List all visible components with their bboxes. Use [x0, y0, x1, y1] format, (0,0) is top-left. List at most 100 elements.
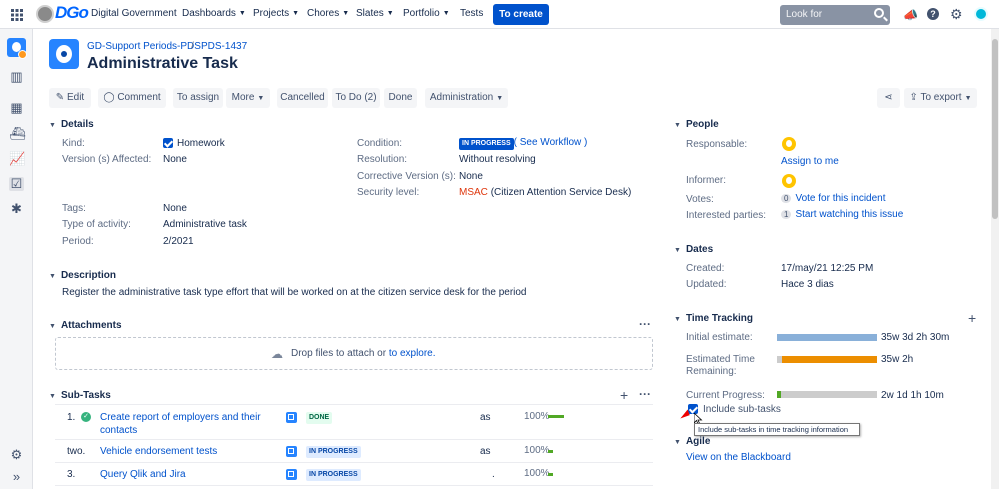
subtask-title[interactable]: Vehicle endorsement tests — [100, 446, 217, 457]
vote-link[interactable]: Vote for this incident — [795, 193, 885, 204]
nav-chores[interactable]: Chores ▼ — [307, 8, 349, 19]
app-switcher-icon[interactable] — [11, 9, 23, 21]
subtask-title-cont[interactable]: contacts — [100, 425, 137, 436]
attachment-dropzone[interactable]: ☁ Drop files to attach or to explore. — [55, 337, 653, 370]
cancelled-button[interactable]: Cancelled — [277, 88, 328, 108]
status-badge: IN PROGRESS — [306, 446, 361, 458]
dates-heading[interactable]: ▼ Dates — [674, 244, 713, 255]
board-icon[interactable]: ▦ — [9, 101, 24, 115]
components-icon[interactable]: ✱ — [9, 202, 24, 216]
subtasks-heading[interactable]: ▼ Sub-Tasks — [49, 390, 111, 401]
user-avatar[interactable] — [974, 7, 988, 21]
project-settings-icon[interactable]: ⚙ — [9, 448, 24, 462]
expand-sidebar-icon[interactable]: » — [9, 470, 24, 484]
nav-tests[interactable]: Tests — [460, 8, 483, 19]
nav-slates[interactable]: Slates ▼ — [356, 8, 394, 19]
dgo-logo[interactable]: DGo — [55, 3, 89, 23]
view-on-board-link[interactable]: View on the Blackboard — [686, 452, 791, 463]
subtask-progress-bar — [548, 450, 553, 453]
row-divider — [55, 439, 653, 440]
nav-chores-label: Chores — [307, 8, 340, 19]
corrective-version-value[interactable]: None — [459, 171, 483, 182]
people-heading[interactable]: ▼ People — [674, 119, 719, 130]
description-text[interactable]: Register the administrative task type ef… — [62, 287, 527, 298]
chevron-down-icon: ▼ — [496, 95, 504, 102]
add-time-icon[interactable]: + — [968, 310, 976, 326]
time-tracking-heading[interactable]: ▼ Time Tracking — [674, 313, 753, 324]
nav-dashboards-label: Dashboards — [182, 8, 236, 19]
version-value[interactable]: None — [163, 154, 187, 165]
explore-link[interactable]: to explore. — [389, 348, 436, 359]
subtask-progress-bar — [548, 473, 553, 476]
edit-button[interactable]: ✎ Edit — [49, 88, 91, 108]
comment-button[interactable]: ◯ Comment — [98, 88, 166, 108]
backlog-icon[interactable]: ▥ — [9, 70, 24, 84]
settings-icon[interactable]: ⚙ — [950, 6, 963, 23]
kind-value[interactable]: Homework — [177, 138, 225, 149]
issues-icon[interactable]: ☑ — [9, 177, 24, 191]
subtask-progress-text: 100% — [524, 411, 550, 422]
chevron-down-icon: ▼ — [342, 10, 350, 17]
subtasks-more-icon[interactable]: ··· — [639, 387, 651, 401]
attachments-heading[interactable]: ▼ Attachments — [49, 320, 122, 331]
done-button[interactable]: Done — [384, 88, 417, 108]
more-button[interactable]: More ▼ — [226, 88, 270, 108]
reports-icon[interactable]: 📈 — [9, 152, 25, 166]
search-input[interactable]: Look for — [780, 5, 890, 25]
comment-label: Comment — [117, 92, 161, 103]
breadcrumb-project[interactable]: GD-Support Periods-PDS — [87, 41, 201, 52]
drop-text: Drop files to attach or — [291, 348, 389, 359]
issue-project-avatar — [49, 39, 79, 69]
notifications-icon[interactable]: 📣 — [903, 8, 918, 22]
annotation-arrow-icon — [678, 409, 690, 419]
page-title: Administrative Task — [87, 55, 238, 72]
chevron-down-icon: ▼ — [257, 95, 265, 102]
app-name[interactable]: Digital Government — [91, 8, 177, 19]
details-heading[interactable]: ▼ Details — [49, 119, 94, 130]
export-label: To export — [920, 92, 962, 103]
subtask-title[interactable]: Create report of employers and their — [100, 412, 261, 423]
status-badge: IN PROGRESS — [306, 469, 361, 481]
include-subtasks-label[interactable]: Include sub-tasks — [703, 404, 781, 415]
create-button[interactable]: To create — [493, 4, 549, 25]
add-subtask-icon[interactable]: + — [620, 387, 628, 403]
breadcrumb-issue-key[interactable]: PDS-1437 — [201, 41, 247, 52]
assign-button[interactable]: To assign — [173, 88, 223, 108]
administration-button[interactable]: Administration ▼ — [425, 88, 508, 108]
attachments-more-icon[interactable]: ··· — [639, 317, 651, 331]
votes-value: 0 Vote for this incident — [781, 193, 886, 204]
subtask-assignee: as — [480, 412, 491, 423]
informer-avatar[interactable] — [782, 174, 796, 188]
assign-to-me-link[interactable]: Assign to me — [781, 156, 839, 167]
description-heading[interactable]: ▼ Description — [49, 270, 116, 281]
releases-icon[interactable]: ⛴ — [9, 127, 26, 141]
security-label: Security level: — [357, 187, 420, 198]
nav-portfolio[interactable]: Portfolio ▼ — [403, 8, 450, 19]
scrollbar-thumb[interactable] — [992, 39, 998, 219]
version-label: Version (s) Affected: — [62, 154, 152, 165]
row-divider — [55, 462, 653, 463]
collapse-icon: ▼ — [674, 122, 681, 129]
nav-slates-label: Slates — [356, 8, 384, 19]
watch-link[interactable]: Start watching this issue — [795, 209, 903, 220]
todo-button[interactable]: To Do (2) — [332, 88, 380, 108]
see-workflow-link[interactable]: See Workflow — [520, 137, 582, 148]
administration-label: Administration — [429, 92, 494, 103]
export-button[interactable]: ⇪ To export ▼ — [904, 88, 977, 108]
subtask-title[interactable]: Query Qlik and Jira — [100, 469, 186, 480]
status-badge: IN PROGRESS — [459, 138, 514, 150]
help-icon[interactable]: ? — [927, 8, 939, 20]
current-progress-fill — [777, 391, 781, 398]
current-progress-track — [777, 391, 877, 398]
tags-value[interactable]: None — [163, 203, 187, 214]
period-value[interactable]: 2/2021 — [163, 236, 194, 247]
agile-heading[interactable]: ▼ Agile — [674, 436, 710, 447]
row-divider — [55, 404, 653, 405]
activity-value[interactable]: Administrative task — [163, 219, 247, 230]
nav-dashboards[interactable]: Dashboards ▼ — [182, 8, 246, 19]
resolution-value: Without resolving — [459, 154, 536, 165]
page-scrollbar[interactable] — [991, 29, 999, 489]
share-button[interactable]: ⋖ — [877, 88, 900, 108]
cloud-upload-icon: ☁ — [271, 347, 283, 361]
nav-projects[interactable]: Projects ▼ — [253, 8, 299, 19]
